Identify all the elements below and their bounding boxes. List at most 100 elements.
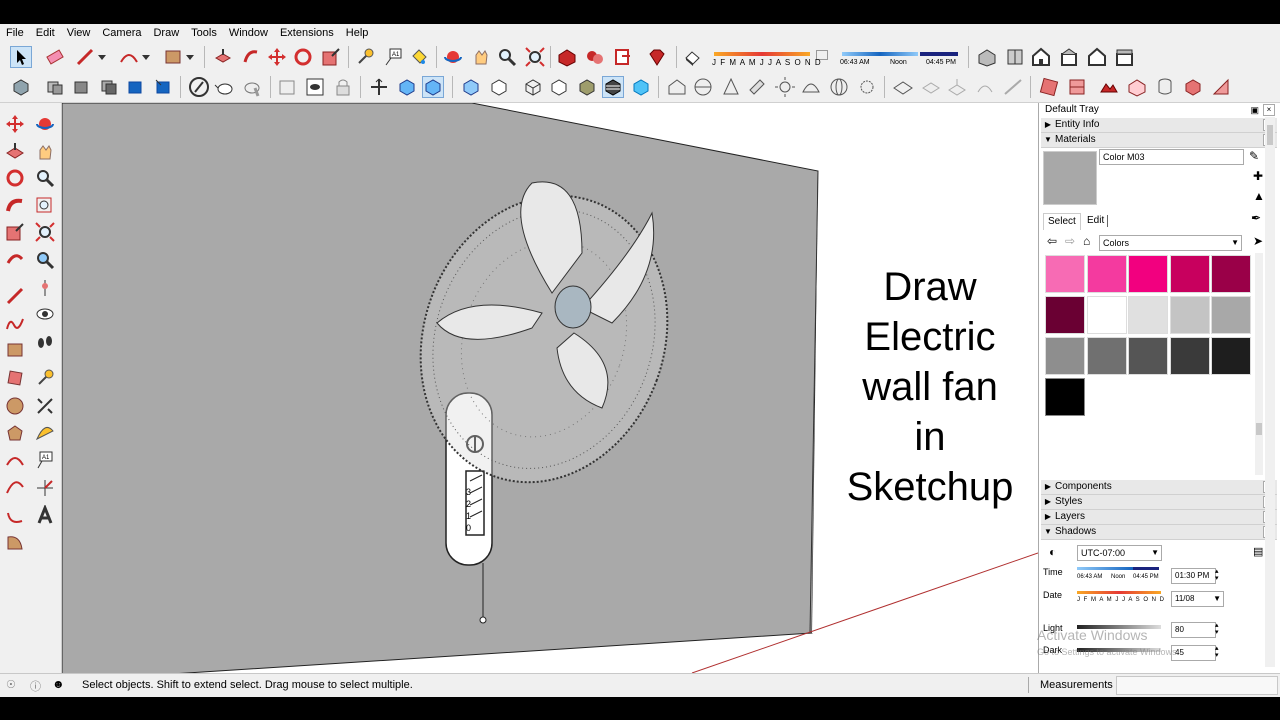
- style-wireframe-button[interactable]: [522, 76, 544, 98]
- zoom-extents-tool[interactable]: [34, 221, 56, 243]
- color-swatch[interactable]: [1045, 337, 1085, 375]
- orbit-button[interactable]: [442, 46, 464, 68]
- pie-tool[interactable]: [4, 531, 26, 553]
- text-tool[interactable]: A1: [34, 449, 56, 471]
- ruby-console-button[interactable]: [646, 46, 668, 68]
- menu-file[interactable]: File: [0, 27, 30, 39]
- light-value-field[interactable]: 80: [1171, 622, 1216, 638]
- view-top-button[interactable]: [1004, 46, 1026, 68]
- previous-view-tool[interactable]: [34, 249, 56, 271]
- time-value-field[interactable]: 01:30 PM: [1171, 568, 1216, 584]
- freehand-tool[interactable]: [4, 313, 26, 335]
- menu-view[interactable]: View: [61, 27, 97, 39]
- zoom-window-tool[interactable]: [34, 195, 56, 217]
- rotated-rectangle-tool[interactable]: [4, 367, 26, 389]
- shadow-date-slider[interactable]: J F M A M J J A S O N D: [712, 50, 828, 70]
- style-hidden-line-button[interactable]: [548, 76, 570, 98]
- scale-button[interactable]: [320, 46, 342, 68]
- stamp-button[interactable]: [974, 76, 996, 98]
- view-back-button[interactable]: [1086, 46, 1108, 68]
- pan-tool[interactable]: [34, 141, 56, 163]
- follow-me-button[interactable]: [240, 46, 262, 68]
- shape-dropdown-button[interactable]: [184, 46, 196, 68]
- paste-button[interactable]: [44, 76, 66, 98]
- style-shaded-button[interactable]: [576, 76, 598, 98]
- shadows-toggle-button[interactable]: [682, 46, 704, 68]
- push-pull-button[interactable]: [212, 46, 234, 68]
- terrain-button[interactable]: [1098, 76, 1120, 98]
- generate-report-button[interactable]: [1182, 76, 1204, 98]
- follow-me-tool[interactable]: [4, 195, 26, 217]
- scrollbar-thumb[interactable]: [1267, 125, 1273, 145]
- color-swatch[interactable]: [1211, 255, 1251, 293]
- orbit-tool[interactable]: [34, 113, 56, 135]
- drape-button[interactable]: [1002, 76, 1024, 98]
- style-monochrome-button[interactable]: [630, 76, 652, 98]
- teapot-button[interactable]: [214, 76, 236, 98]
- credits-icon[interactable]: ⓘ: [30, 678, 41, 694]
- geo-location-icon[interactable]: ☉: [6, 678, 16, 691]
- layers-header[interactable]: ▶Layers ×: [1041, 510, 1277, 525]
- tape-measure-button[interactable]: [354, 46, 376, 68]
- library-select[interactable]: Colors ▼: [1099, 235, 1242, 251]
- teapot-hand-button[interactable]: [242, 76, 264, 98]
- material-name-field[interactable]: Color M03: [1099, 149, 1244, 165]
- close-icon[interactable]: ×: [1263, 104, 1275, 116]
- dimension-tool[interactable]: [34, 395, 56, 417]
- delete-button[interactable]: [124, 76, 146, 98]
- menu-extensions[interactable]: Extensions: [274, 27, 340, 39]
- color-swatch[interactable]: [1128, 255, 1168, 293]
- zoom-tool[interactable]: [34, 167, 56, 189]
- subtract-button[interactable]: [746, 76, 768, 98]
- menu-help[interactable]: Help: [340, 27, 375, 39]
- location-button[interactable]: [1038, 76, 1060, 98]
- back-edges-button[interactable]: [422, 76, 444, 98]
- view-iso-button[interactable]: [976, 46, 998, 68]
- scale-tool[interactable]: [4, 221, 26, 243]
- position-camera-tool[interactable]: [34, 277, 56, 299]
- view-front-button[interactable]: [1030, 46, 1052, 68]
- components-header[interactable]: ▶Components ×: [1041, 480, 1277, 495]
- shadow-time-slider[interactable]: 06:43 AM Noon 04:45 PM: [840, 50, 962, 70]
- menu-window[interactable]: Window: [223, 27, 274, 39]
- color-swatch[interactable]: [1169, 337, 1210, 375]
- timezone-select[interactable]: UTC-07:00 ▼: [1077, 545, 1162, 561]
- color-swatch[interactable]: [1045, 378, 1085, 416]
- shape-tool-button[interactable]: [162, 46, 184, 68]
- styles-header[interactable]: ▶Styles ×: [1041, 495, 1277, 510]
- 3d-text-tool[interactable]: [34, 503, 56, 527]
- zoom-button[interactable]: [496, 46, 518, 68]
- photo-texture-button[interactable]: [1126, 76, 1148, 98]
- circle-tool-button[interactable]: [188, 76, 210, 98]
- polygon-tool[interactable]: [4, 423, 26, 445]
- menu-tools[interactable]: Tools: [185, 27, 223, 39]
- eraser-tool-button[interactable]: [44, 46, 66, 68]
- rotate-button[interactable]: [292, 46, 314, 68]
- pin-icon[interactable]: ▣: [1250, 103, 1259, 117]
- create-material-icon[interactable]: ✚: [1253, 169, 1263, 183]
- make-component-button[interactable]: [10, 76, 32, 98]
- rectangle-tool[interactable]: [4, 339, 26, 361]
- axes-tool[interactable]: [34, 477, 56, 499]
- split-button[interactable]: [800, 76, 822, 98]
- menu-camera[interactable]: Camera: [96, 27, 147, 39]
- view-left-button[interactable]: [1114, 46, 1136, 68]
- sandbox-from-contours-button[interactable]: [892, 76, 914, 98]
- sandbox-scratch-button[interactable]: [920, 76, 942, 98]
- tab-edit[interactable]: Edit: [1083, 213, 1108, 229]
- move-button[interactable]: [266, 46, 288, 68]
- warehouse-button[interactable]: [556, 46, 578, 68]
- style-back-edges-button[interactable]: [488, 76, 510, 98]
- rotate-tool[interactable]: [4, 167, 26, 189]
- color-swatch[interactable]: [1128, 337, 1168, 375]
- dynamic-components-button[interactable]: [1210, 76, 1232, 98]
- extension-warehouse-button[interactable]: [584, 46, 606, 68]
- line-tool-button[interactable]: [74, 46, 96, 68]
- color-swatch[interactable]: [1045, 296, 1085, 334]
- scrollbar-thumb[interactable]: [1256, 423, 1262, 435]
- sample-paint-icon[interactable]: ✒: [1251, 211, 1261, 225]
- back-arrow-icon[interactable]: ⇦: [1047, 234, 1057, 248]
- style-xray-button[interactable]: [460, 76, 482, 98]
- time-slider[interactable]: 06:43 AM Noon 04:45 PM: [1077, 567, 1161, 583]
- tab-select[interactable]: Select: [1043, 213, 1081, 230]
